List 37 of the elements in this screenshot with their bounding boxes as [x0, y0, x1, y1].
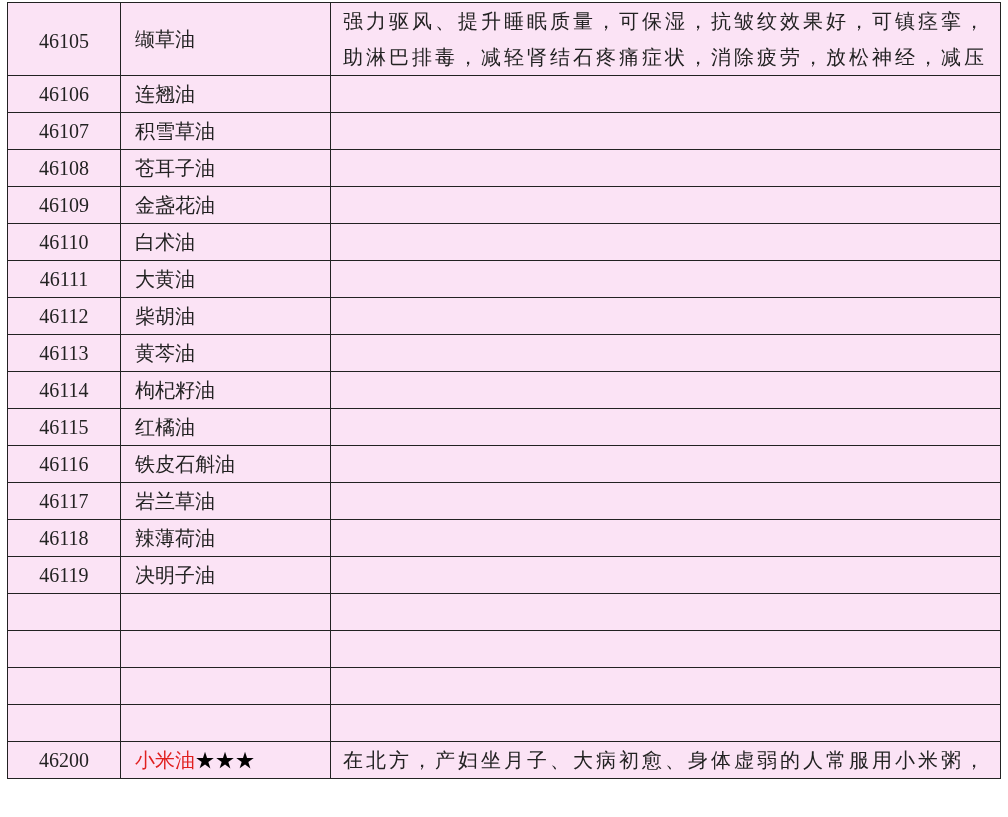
table-cell: 岩兰草油 — [135, 490, 215, 512]
table-cell: 白术油 — [135, 231, 195, 253]
table-cell: 缬草油 — [135, 28, 195, 50]
table-cell: 决明子油 — [135, 564, 215, 586]
table-cell: 红橘油 — [135, 416, 195, 438]
table-cell: 46107 — [39, 120, 89, 142]
table-cell: 连翘油 — [135, 83, 195, 105]
table-cell: 46109 — [39, 194, 89, 216]
table-cell: 小米油 — [135, 749, 195, 771]
table-cell: 46116 — [39, 453, 89, 475]
table-cell: 苍耳子油 — [135, 157, 215, 179]
star-icon: ★ — [195, 749, 215, 771]
table-cell: 46118 — [39, 527, 89, 549]
table-cell: 46111 — [39, 268, 89, 290]
table-cell: 铁皮石斛油 — [135, 453, 235, 475]
table-cell: 积雪草油 — [135, 120, 215, 142]
table-cell: 46106 — [39, 83, 89, 105]
star-icon: ★ — [215, 749, 235, 771]
table-cell: 46114 — [39, 379, 89, 401]
table-cell: 金盏花油 — [135, 194, 215, 216]
table-cell: 在北方，产妇坐月子、大病初愈、身体虚弱的人常服用小米粥， — [343, 749, 987, 771]
table-cell: 46108 — [39, 157, 89, 179]
star-icon: ★ — [235, 749, 255, 771]
table-cell: 46112 — [39, 305, 89, 327]
table-cell: 枸杞籽油 — [135, 379, 215, 401]
table-cell: 46113 — [39, 342, 89, 364]
table-cell: 强力驱风、提升睡眠质量，可保湿，抗皱纹效果好，可镇痉挛，助淋巴排毒，减轻肾结石疼痛症状，消除疲劳，放松神经，减压 — [343, 10, 987, 68]
table-cell: 46105 — [39, 30, 89, 52]
table-cell: 大黄油 — [135, 268, 195, 290]
table-cell: 黄芩油 — [135, 342, 195, 364]
table-cell: 46110 — [39, 231, 89, 253]
table-cell: 柴胡油 — [135, 305, 195, 327]
table-cell: 46200 — [39, 749, 89, 771]
table-cell: 46115 — [39, 416, 89, 438]
table-cell: 46117 — [39, 490, 89, 512]
table-cell: 辣薄荷油 — [135, 527, 215, 549]
table-cell: 46119 — [39, 564, 89, 586]
